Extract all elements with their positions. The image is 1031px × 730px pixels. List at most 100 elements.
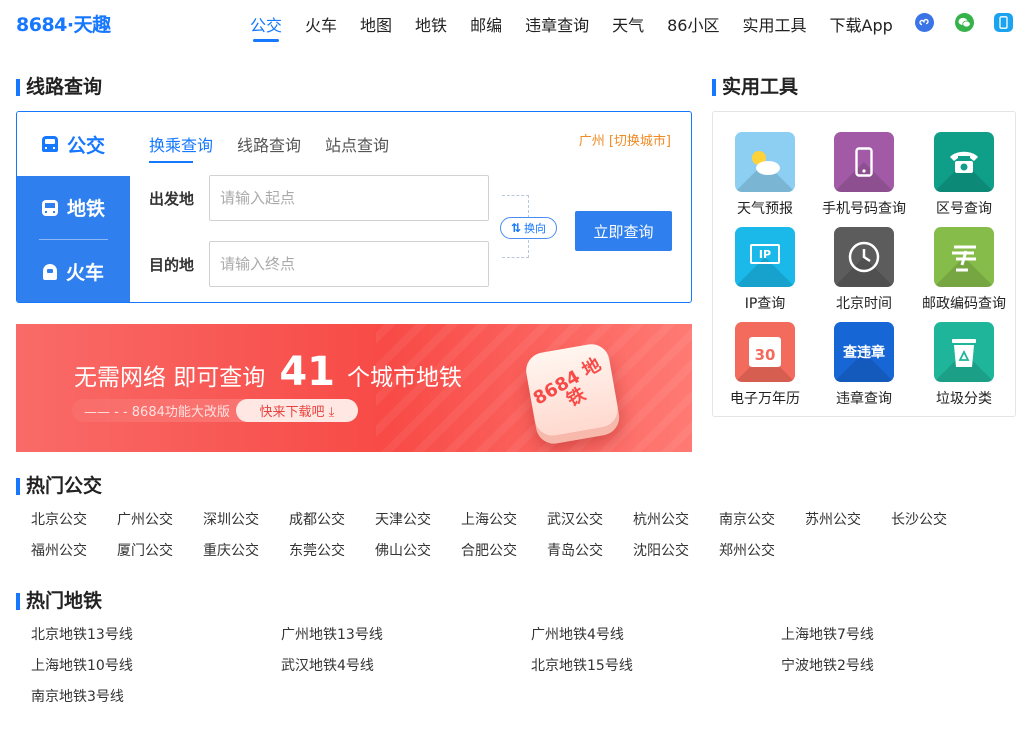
side-tab-bus[interactable]: 公交 [17, 112, 130, 176]
hot-metro-link[interactable]: 上海地铁7号线 [781, 624, 874, 644]
tool-area-code[interactable]: 区号查询 [914, 132, 1014, 222]
app-logo-text: 8684 地铁 [529, 354, 605, 411]
clock-icon [834, 227, 894, 287]
main-nav: 公交 火车 地图 地铁 邮编 违章查询 天气 86小区 实用工具 下载App [250, 12, 916, 42]
hot-metro-link[interactable]: 北京地铁13号线 [31, 624, 133, 644]
wechat-icon[interactable] [955, 13, 974, 32]
hot-bus-link[interactable]: 南京公交 [719, 509, 775, 529]
banner-text-before: 无需网络 即可查询 [74, 365, 266, 391]
nav-map[interactable]: 地图 [360, 12, 392, 36]
metro-icon [41, 199, 58, 216]
from-label: 出发地 [149, 190, 195, 208]
tool-mobile[interactable]: 手机号码查询 [814, 132, 914, 222]
query-tabs: 换乘查询 线路查询 站点查询 [149, 132, 413, 163]
tab-transfer[interactable]: 换乘查询 [149, 132, 213, 163]
tool-garbage[interactable]: 垃圾分类 [914, 322, 1014, 412]
hot-metro-link[interactable]: 武汉地铁4号线 [281, 655, 374, 675]
hot-bus-link[interactable]: 沈阳公交 [633, 540, 689, 560]
miniprogram-icon[interactable] [915, 13, 934, 32]
site-logo[interactable]: 8684·天趣 [16, 10, 111, 37]
nav-community[interactable]: 86小区 [667, 12, 719, 36]
hot-bus-link[interactable]: 福州公交 [31, 540, 87, 560]
to-label: 目的地 [149, 256, 195, 274]
hot-bus-link[interactable]: 长沙公交 [891, 509, 947, 529]
query-button[interactable]: 立即查询 [575, 211, 672, 251]
side-tab-train-label: 火车 [65, 262, 104, 284]
hot-bus-link[interactable]: 北京公交 [31, 509, 87, 529]
hot-bus-link[interactable]: 天津公交 [375, 509, 431, 529]
telephone-icon [934, 132, 994, 192]
hot-bus-link[interactable]: 上海公交 [461, 509, 517, 529]
nav-postcode[interactable]: 邮编 [470, 12, 502, 36]
tool-mobile-label: 手机号码查询 [822, 201, 906, 217]
hot-bus-link[interactable]: 青岛公交 [547, 540, 603, 560]
tools-title: 实用工具 [712, 76, 798, 98]
side-tab-train[interactable]: 火车 [17, 240, 130, 302]
hot-bus-link[interactable]: 广州公交 [117, 509, 173, 529]
to-input[interactable] [209, 241, 489, 287]
banner-sub-text: —— - - 8684功能大改版 [84, 405, 230, 420]
nav-violation[interactable]: 违章查询 [525, 12, 589, 36]
ip-monitor-icon: IP [735, 227, 795, 287]
hot-bus-link[interactable]: 杭州公交 [633, 509, 689, 529]
hot-bus-link[interactable]: 厦门公交 [117, 540, 173, 560]
tools-panel: 天气预报 手机号码查询 区号查询 IP IP查询 北京时间 邮政编码查询 30 [712, 111, 1016, 417]
hot-bus-link[interactable]: 合肥公交 [461, 540, 517, 560]
phone-icon[interactable] [994, 13, 1013, 32]
side-tab-metro[interactable]: 地铁 [17, 176, 130, 239]
nav-download-app[interactable]: 下载App [830, 12, 893, 36]
hot-bus-link[interactable]: 东莞公交 [289, 540, 345, 560]
tool-ip[interactable]: IP IP查询 [715, 227, 815, 317]
switch-city-link[interactable]: 广州 [切换城市] [579, 130, 671, 149]
swap-button[interactable]: ⇅ 换向 [500, 217, 557, 239]
nav-tools[interactable]: 实用工具 [742, 12, 806, 36]
mobile-phone-icon [834, 132, 894, 192]
hot-bus-link[interactable]: 重庆公交 [203, 540, 259, 560]
hot-metro-link[interactable]: 上海地铁10号线 [31, 655, 133, 675]
hot-metro-link[interactable]: 广州地铁4号线 [531, 624, 624, 644]
app-logo-icon: 8684 地铁 [523, 341, 621, 439]
hot-bus-link[interactable]: 佛山公交 [375, 540, 431, 560]
banner-download-button[interactable]: 快来下载吧 ⤓ [236, 399, 358, 422]
tool-weather-label: 天气预报 [737, 201, 793, 217]
nav-metro[interactable]: 地铁 [415, 12, 447, 36]
bus-icon [41, 136, 58, 152]
tool-postcode-label: 邮政编码查询 [922, 296, 1006, 312]
swap-label: 换向 [524, 222, 547, 235]
calendar-day: 30 [749, 337, 781, 367]
hot-bus-link[interactable]: 苏州公交 [805, 509, 861, 529]
nav-bus[interactable]: 公交 [250, 12, 282, 42]
hot-metro-link[interactable]: 宁波地铁2号线 [781, 655, 874, 675]
nav-train[interactable]: 火车 [305, 12, 337, 36]
tool-calendar[interactable]: 30 电子万年历 [715, 322, 815, 412]
hot-metro-link[interactable]: 南京地铁3号线 [31, 686, 124, 706]
metro-app-banner[interactable]: 无需网络 即可查询 41 个城市地铁 —— - - 8684功能大改版 快来下载… [16, 324, 692, 452]
tab-station[interactable]: 站点查询 [325, 132, 389, 156]
tab-line[interactable]: 线路查询 [237, 132, 301, 156]
traffic-violation-icon: 查违章 [834, 322, 894, 382]
nav-weather[interactable]: 天气 [612, 12, 644, 36]
calendar-icon: 30 [735, 322, 795, 382]
post-icon [934, 227, 994, 287]
tool-beijing-time[interactable]: 北京时间 [814, 227, 914, 317]
hot-metro-link[interactable]: 北京地铁15号线 [531, 655, 633, 675]
ip-monitor-screen: IP [750, 244, 780, 264]
from-input[interactable] [209, 175, 489, 221]
hot-bus-link[interactable]: 成都公交 [289, 509, 345, 529]
tool-violation[interactable]: 查违章 违章查询 [814, 322, 914, 412]
hot-metro-title: 热门地铁 [16, 590, 102, 612]
tool-calendar-label: 电子万年历 [730, 391, 800, 407]
tool-beijing-time-label: 北京时间 [836, 296, 892, 312]
hot-bus-link[interactable]: 深圳公交 [203, 509, 259, 529]
hot-bus-link[interactable]: 郑州公交 [719, 540, 775, 560]
header: 8684·天趣 公交 火车 地图 地铁 邮编 违章查询 天气 86小区 实用工具… [0, 0, 1031, 44]
tool-weather[interactable]: 天气预报 [715, 132, 815, 222]
violation-icon-text: 查违章 [843, 345, 885, 361]
tool-postcode[interactable]: 邮政编码查询 [914, 227, 1014, 317]
hot-bus-link[interactable]: 武汉公交 [547, 509, 603, 529]
hot-metro-link[interactable]: 广州地铁13号线 [281, 624, 383, 644]
tool-ip-label: IP查询 [744, 296, 786, 312]
transport-type-sidebar: 公交 地铁 火车 [17, 112, 130, 302]
swap-arrows-icon: ⇅ [510, 221, 522, 235]
banner-number: 41 [279, 349, 335, 395]
